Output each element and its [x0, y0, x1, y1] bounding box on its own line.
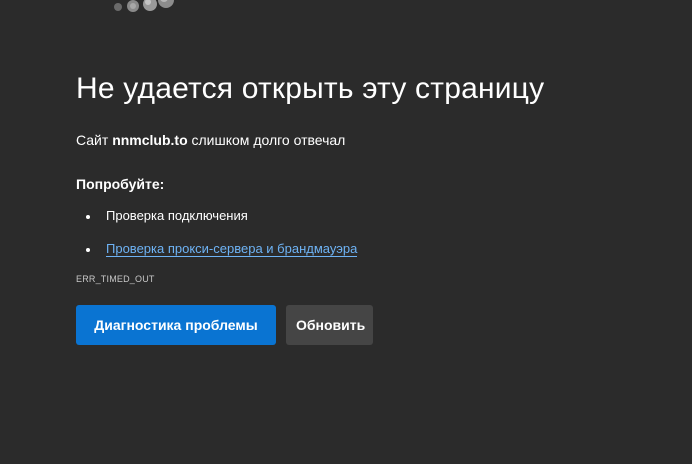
error-page: Не удается открыть эту страницу Сайт nnm…	[0, 0, 692, 464]
description-prefix: Сайт	[76, 132, 113, 148]
diagnose-button[interactable]: Диагностика проблемы	[76, 305, 276, 345]
host-name: nnmclub.to	[112, 132, 188, 148]
bullet-icon	[86, 215, 90, 219]
list-item: Проверка подключения	[76, 206, 676, 226]
bullet-icon	[86, 248, 90, 252]
description-suffix: слишком долго отвечал	[187, 132, 346, 148]
check-proxy-firewall-link[interactable]: Проверка прокси-сервера и брандмауэра	[106, 241, 358, 257]
action-buttons: Диагностика проблемы Обновить	[76, 305, 676, 345]
error-illustration-icon	[100, 0, 190, 18]
suggestions-list: Проверка подключения Проверка прокси-сер…	[76, 206, 676, 259]
check-connection-text: Проверка подключения	[106, 208, 248, 223]
error-code: ERR_TIMED_OUT	[76, 274, 155, 284]
refresh-button[interactable]: Обновить	[286, 305, 373, 345]
try-heading: Попробуйте:	[76, 176, 165, 192]
error-content: Не удается открыть эту страницу Сайт nnm…	[76, 68, 676, 345]
page-title: Не удается открыть эту страницу	[76, 72, 545, 105]
list-item: Проверка прокси-сервера и брандмауэра	[76, 239, 676, 259]
error-description: Сайт nnmclub.to слишком долго отвечал	[76, 130, 676, 150]
